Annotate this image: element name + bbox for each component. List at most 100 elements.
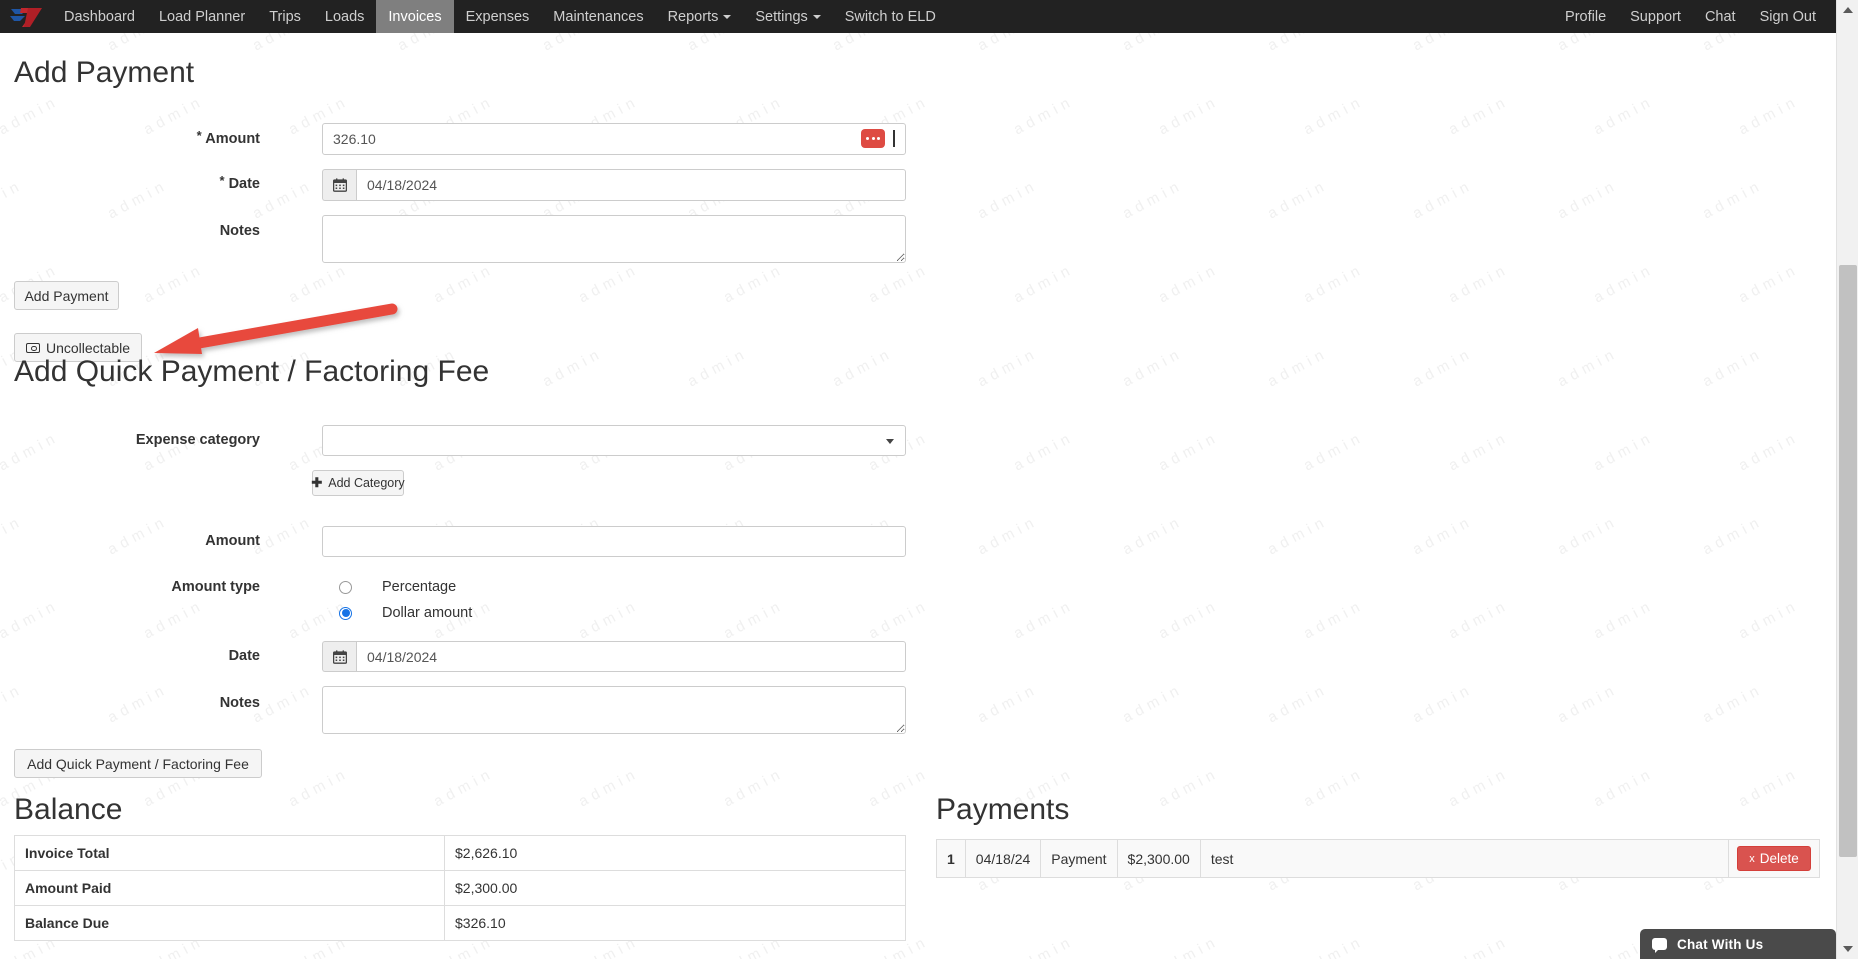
nav-item-label: Maintenances [553,8,644,25]
expense-category-label: Expense category [135,432,260,448]
chat-with-us-widget[interactable]: Chat With Us [1640,929,1836,959]
quick-amount-label: Amount [205,533,260,549]
money-bill-icon [25,342,40,353]
amount-input[interactable] [322,123,906,155]
nav-item-dashboard[interactable]: Dashboard [52,0,147,33]
balance-row-label: Balance Due [14,905,445,941]
payment-date-input[interactable] [356,169,906,201]
add-payment-button[interactable]: Add Payment [14,281,119,310]
payments-table: 1 04/18/24 Payment $2,300.00 test x Delete [936,839,1820,878]
nav-item-switch-to-eld[interactable]: Switch to ELD [833,0,948,33]
payment-row-amount: $2,300.00 [1116,839,1201,878]
date-label-required: * Date [100,173,260,192]
balance-row-value: $2,626.10 [444,835,906,871]
radio-percentage-row[interactable]: Percentage [339,579,456,595]
table-row: Balance Due $326.10 [14,905,906,941]
tf-logo-icon [10,7,42,27]
nav-item-label: Invoices [388,8,442,25]
payments-title: Payments [936,793,1070,826]
page-content: Add Payment * Amount * Date [0,33,1836,959]
date-label-text: Date [228,176,260,192]
calendar-icon[interactable] [322,641,356,672]
table-row: 1 04/18/24 Payment $2,300.00 test x Delete [936,839,1820,878]
uncollectable-label: Uncollectable [45,339,131,356]
balance-table: Invoice Total $2,626.10 Amount Paid $2,300.… [14,835,906,941]
payment-row-date: 04/18/24 [964,839,1042,878]
expense-category-wrapper [322,425,906,456]
quick-notes-label: Notes [219,695,260,711]
delete-payment-button[interactable]: x Delete [1737,846,1811,871]
payment-notes-wrapper [322,215,906,263]
nav-item-expenses[interactable]: Expenses [454,0,542,33]
app-logo[interactable] [0,0,52,33]
payment-notes-label: Notes [219,223,260,239]
table-row: Invoice Total $2,626.10 [14,835,906,871]
add-category-label: Add Category [328,476,405,490]
chevron-down-icon [1843,946,1853,952]
top-navigation-bar: Dashboard Load Planner Trips Loads Invoices E… [0,0,1858,33]
quick-amount-wrapper [322,526,906,557]
radio-dollar-row[interactable]: Dollar amount [339,605,472,621]
calendar-icon[interactable] [322,169,356,201]
chat-bubble-icon [1652,938,1667,953]
scroll-up-button[interactable] [1837,0,1858,20]
scroll-down-button[interactable] [1837,939,1858,959]
nav-item-label: Reports [667,8,719,25]
close-icon: x [1749,852,1755,865]
page-scrollbar[interactable] [1836,0,1858,959]
payment-notes-textarea[interactable] [322,215,906,263]
radio-percentage[interactable] [339,580,352,594]
table-row: Amount Paid $2,300.00 [14,870,906,906]
nav-item-invoices[interactable]: Invoices [376,0,454,33]
nav-item-settings[interactable]: Settings [743,0,832,33]
scrollbar-thumb[interactable] [1839,265,1857,857]
balance-row-value: $2,300.00 [444,870,906,906]
nav-item-label: Load Planner [158,8,246,25]
chevron-down-icon [723,14,732,19]
expense-category-select[interactable] [322,425,906,456]
chat-widget-label: Chat With Us [1677,936,1764,952]
plus-icon: ✚ [311,475,323,490]
nav-item-chat[interactable]: Chat [1693,0,1748,33]
nav-item-reports[interactable]: Reports [656,0,744,33]
more-options-icon[interactable] [861,129,885,148]
quick-date-input[interactable] [356,641,906,672]
payment-row-note: test [1199,839,1730,878]
quick-payment-title: Add Quick Payment / Factoring Fee [14,355,490,388]
chevron-down-icon [812,14,821,19]
calendar-glyph [332,649,347,664]
nav-item-loads[interactable]: Loads [313,0,377,33]
radio-dollar-amount-label: Dollar amount [382,605,473,621]
balance-row-label: Invoice Total [14,835,445,871]
radio-dollar-amount[interactable] [339,606,352,620]
nav-item-label: Dashboard [64,8,135,25]
payment-date-group [322,169,906,201]
quick-date-group [322,641,906,672]
radio-percentage-label: Percentage [382,579,457,595]
add-payment-title: Add Payment [14,56,195,89]
nav-item-sign-out[interactable]: Sign Out [1748,0,1828,33]
balance-row-label: Amount Paid [14,870,445,906]
chevron-up-icon [1843,7,1853,13]
amount-type-label: Amount type [171,579,260,595]
calendar-glyph [332,178,347,192]
nav-item-load-planner[interactable]: Load Planner [147,0,257,33]
quick-amount-input[interactable] [322,526,906,557]
payment-row-actions: x Delete [1728,839,1820,878]
nav-secondary-items: Profile Support Chat Sign Out [1553,0,1858,33]
payment-row-index: 1 [936,839,966,878]
nav-item-maintenances[interactable]: Maintenances [541,0,655,33]
quick-notes-wrapper [322,686,906,734]
add-quick-payment-button[interactable]: Add Quick Payment / Factoring Fee [14,749,262,778]
payment-row-type: Payment [1040,839,1118,878]
quick-notes-textarea[interactable] [322,686,906,734]
nav-item-profile[interactable]: Profile [1553,0,1618,33]
add-category-button[interactable]: ✚ Add Category [311,470,405,496]
nav-item-trips[interactable]: Trips [257,0,313,33]
text-cursor [893,130,895,147]
delete-label: Delete [1759,851,1799,866]
nav-item-support[interactable]: Support [1618,0,1693,33]
quick-date-label: Date [228,648,260,664]
amount-label-required: * Amount [100,128,260,147]
nav-item-label: Expenses [465,8,530,25]
